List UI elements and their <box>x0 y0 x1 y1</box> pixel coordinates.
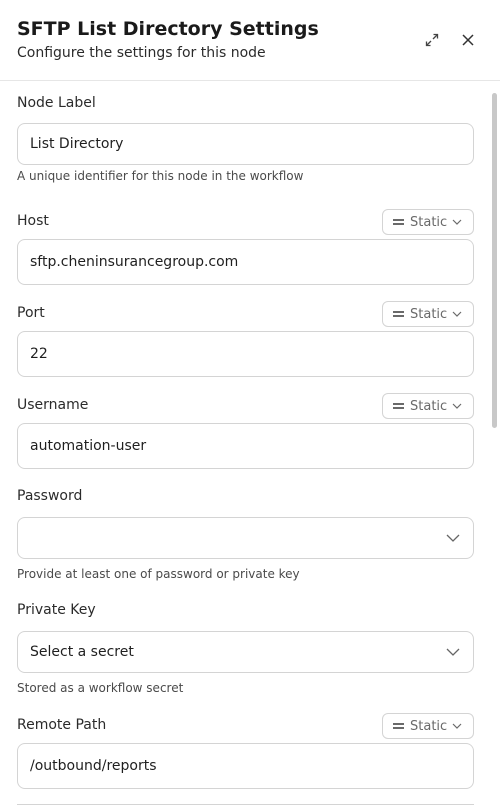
chevron-down-icon <box>446 648 460 656</box>
chevron-down-icon <box>452 403 462 409</box>
next-field-edge <box>17 804 474 805</box>
host-mode-label: Static <box>410 214 448 230</box>
host-value: sftp.cheninsurancegroup.com <box>30 254 239 270</box>
remote-path-value: /outbound/reports <box>30 758 157 774</box>
password-label: Password <box>17 488 83 504</box>
password-select[interactable] <box>17 517 474 559</box>
chevron-down-icon <box>452 723 462 729</box>
equals-icon <box>393 310 405 318</box>
username-mode-select[interactable]: Static <box>382 393 474 419</box>
scrollbar-thumb[interactable] <box>492 93 497 428</box>
username-value: automation-user <box>30 438 147 454</box>
panel-header: SFTP List Directory Settings Configure t… <box>0 0 500 81</box>
close-icon <box>462 34 474 46</box>
private-key-placeholder: Select a secret <box>30 644 134 660</box>
private-key-label: Private Key <box>17 602 96 618</box>
expand-icon <box>425 33 439 47</box>
remote-path-mode-label: Static <box>410 718 448 734</box>
panel-title: SFTP List Directory Settings <box>17 18 319 40</box>
node-label-input[interactable]: List Directory <box>17 123 474 165</box>
username-input[interactable]: automation-user <box>17 423 474 469</box>
node-label-hint: A unique identifier for this node in the… <box>17 169 304 183</box>
port-label: Port <box>17 305 45 321</box>
chevron-down-icon <box>452 219 462 225</box>
host-mode-select[interactable]: Static <box>382 209 474 235</box>
chevron-down-icon <box>452 311 462 317</box>
host-input[interactable]: sftp.cheninsurancegroup.com <box>17 239 474 285</box>
host-label: Host <box>17 213 49 229</box>
private-key-select[interactable]: Select a secret <box>17 631 474 673</box>
private-key-hint: Stored as a workflow secret <box>17 681 184 695</box>
port-mode-select[interactable]: Static <box>382 301 474 327</box>
remote-path-label: Remote Path <box>17 717 107 733</box>
equals-icon <box>393 218 405 226</box>
password-hint: Provide at least one of password or priv… <box>17 567 300 581</box>
username-label: Username <box>17 397 89 413</box>
port-input[interactable]: 22 <box>17 331 474 377</box>
port-value: 22 <box>30 346 48 362</box>
username-mode-label: Static <box>410 398 448 414</box>
panel-subtitle: Configure the settings for this node <box>17 45 266 61</box>
node-label-label: Node Label <box>17 95 96 111</box>
equals-icon <box>393 722 405 730</box>
chevron-down-icon <box>446 534 460 542</box>
port-mode-label: Static <box>410 306 448 322</box>
expand-button[interactable] <box>421 29 443 51</box>
remote-path-mode-select[interactable]: Static <box>382 713 474 739</box>
remote-path-input[interactable]: /outbound/reports <box>17 743 474 789</box>
close-button[interactable] <box>457 29 479 51</box>
node-label-value: List Directory <box>30 136 124 152</box>
equals-icon <box>393 402 405 410</box>
